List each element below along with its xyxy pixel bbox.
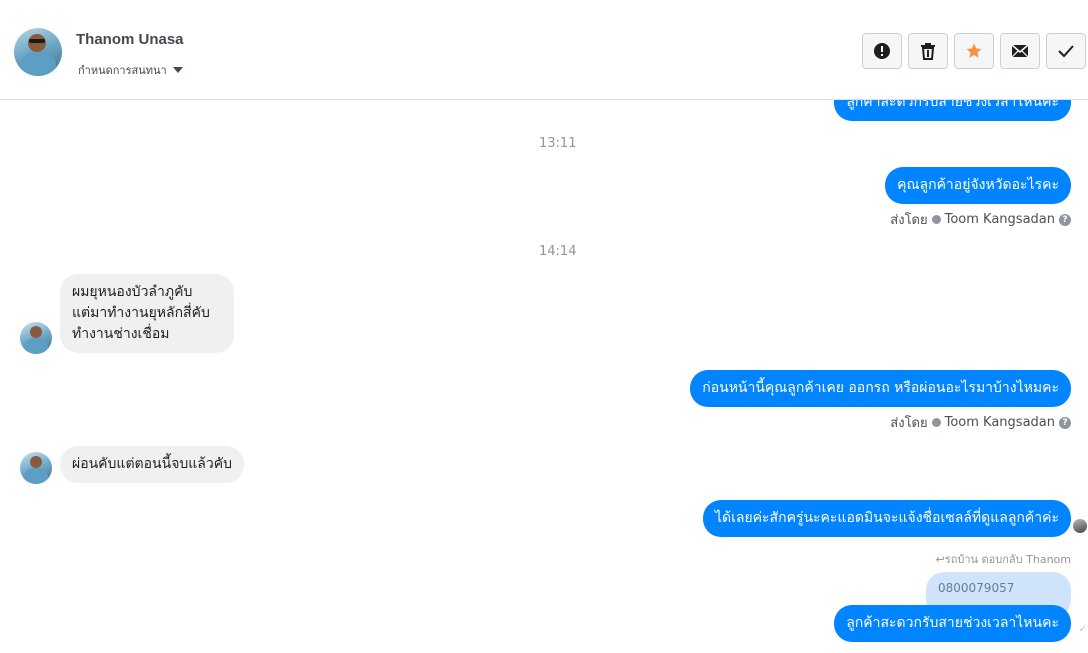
sent-by-line: ส่งโดย Toom Kangsadan ? [890, 412, 1071, 433]
done-button[interactable] [1046, 33, 1086, 69]
sender-name[interactable]: Toom Kangsadan [945, 212, 1055, 227]
incoming-message[interactable]: ผมยุหนองบัวลำภูคับ แต่มาทำงานยุหลักสี่คั… [60, 274, 234, 353]
conversation-toolbar [862, 33, 1086, 69]
reply-note: ↩รถบ้าน ตอบกลับ Thanom [936, 550, 1071, 568]
timestamp: 13:11 [539, 136, 577, 151]
incoming-message[interactable]: ผ่อนคับแต่ตอนนี้จบแล้วคับ [60, 446, 244, 483]
sent-check-icon: ✓ [1078, 624, 1087, 635]
conversation-header: Thanom Unasa กำหนดการสนทนา [0, 0, 1088, 100]
help-icon[interactable]: ? [1059, 416, 1071, 429]
outgoing-message[interactable]: คุณลูกค้าอยู่จังหวัดอะไรคะ [885, 167, 1071, 204]
delete-button[interactable] [908, 33, 948, 69]
sent-by-line: ส่งโดย Toom Kangsadan ? [890, 209, 1071, 230]
sent-by-label: ส่งโดย [890, 213, 928, 228]
caret-down-icon [172, 67, 183, 73]
sent-by-label: ส่งโดย [890, 416, 928, 431]
star-icon [966, 43, 982, 58]
mark-unread-button[interactable] [1000, 33, 1040, 69]
exclamation-circle-icon [874, 43, 890, 59]
conversation-options-dropdown[interactable]: กำหนดการสนทนา [78, 61, 183, 79]
contact-avatar-small[interactable] [20, 452, 52, 484]
conversation-options-label: กำหนดการสนทนา [78, 64, 167, 77]
verified-dot-icon [931, 215, 941, 224]
outgoing-message[interactable]: ลูกค้าสะดวกรับสายช่วงเวลาไหนคะ [834, 605, 1071, 642]
reply-arrow-icon: ↩ [935, 553, 945, 566]
reply-note-text: รถบ้าน ตอบกลับ Thanom [944, 553, 1071, 566]
timestamp: 14:14 [539, 244, 577, 259]
sender-name[interactable]: Toom Kangsadan [945, 415, 1055, 430]
contact-name[interactable]: Thanom Unasa [76, 31, 184, 48]
seen-indicator-avatar [1073, 519, 1087, 533]
verified-dot-icon [931, 418, 941, 427]
star-button[interactable] [954, 33, 994, 69]
outgoing-message[interactable]: ได้เลยค่ะสักครู่นะคะแอดมินจะแจ้งชื่อเซลล… [702, 500, 1071, 537]
outgoing-message[interactable]: ก่อนหน้านี้คุณลูกค้าเคย ออกรถ หรือผ่อนอะ… [690, 370, 1071, 407]
outgoing-message[interactable]: ลูกค้าสะดวกรับสายช่วงเวลาไหนคะ [834, 100, 1071, 121]
checkmark-icon [1058, 45, 1074, 58]
help-icon[interactable]: ? [1059, 213, 1071, 226]
message-thread[interactable]: ลูกค้าสะดวกรับสายช่วงเวลาไหนคะ 13:11 คุณ… [0, 100, 1088, 653]
contact-avatar[interactable] [14, 28, 62, 76]
report-button[interactable] [862, 33, 902, 69]
envelope-icon [1011, 44, 1029, 58]
contact-avatar-small[interactable] [20, 322, 52, 354]
trash-icon [921, 43, 935, 60]
